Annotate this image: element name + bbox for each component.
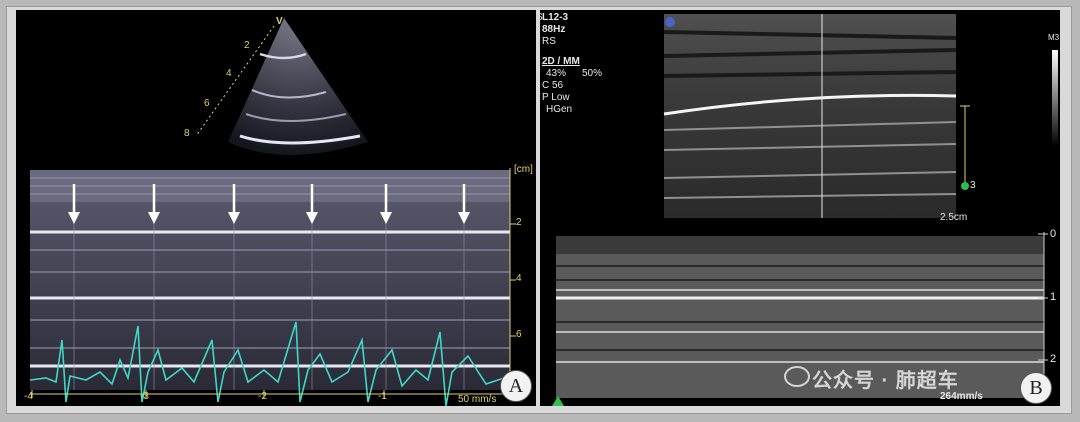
mmode-depth-2: 2 xyxy=(516,217,522,228)
mode-rs: RS xyxy=(542,36,556,47)
colorbar-label: M3 xyxy=(1048,33,1060,42)
mmode-depth-2: 2 xyxy=(1050,353,1057,365)
sector-marker: V xyxy=(276,16,283,27)
time-tick-4: -4 xyxy=(24,391,33,402)
power-value: P Low xyxy=(542,92,570,103)
mmode-unit-a: [cm] xyxy=(514,164,533,175)
frame-rate: 88Hz xyxy=(542,24,566,35)
focus-marker xyxy=(961,182,969,190)
gray-colorbar xyxy=(1052,50,1058,146)
panel-a: V 2 4 6 8 [cm] 2 4 6 -4 -3 -2 -1 50 mm/s… xyxy=(16,10,536,406)
mmode-depth-4: 4 xyxy=(516,273,522,284)
panel-label-b: B xyxy=(1020,372,1052,404)
imaging-mode: 2D / MM xyxy=(542,56,580,67)
mmode-depth-0: 0 xyxy=(1050,228,1057,240)
time-tick-1: -1 xyxy=(378,391,387,402)
probe-orientation-icon xyxy=(665,17,675,27)
sector-depth-4: 4 xyxy=(226,68,232,79)
dynamic-value: 50% xyxy=(582,68,603,79)
echo-sector xyxy=(228,18,368,155)
sector-depth-8: 8 xyxy=(184,128,190,139)
gain-value: 43% xyxy=(546,68,567,79)
sector-depth-6: 6 xyxy=(204,98,210,109)
mmode-strip-a xyxy=(30,170,510,390)
compression-value: C 56 xyxy=(542,80,564,91)
sweep-speed-a: 50 mm/s xyxy=(458,394,497,405)
mmode-depth-1: 1 xyxy=(1050,291,1057,303)
mmode-depth-6: 6 xyxy=(516,329,522,340)
watermark-text: 公众号 · 肺超车 xyxy=(812,370,959,392)
panel-b-graphics xyxy=(552,14,1058,406)
wechat-icon xyxy=(784,366,810,387)
time-tick-3: -3 xyxy=(140,391,149,402)
time-tick-2: -2 xyxy=(258,391,267,402)
sector-depth-2: 2 xyxy=(244,40,250,51)
focus-number: 3 xyxy=(970,180,976,191)
panel-a-graphics xyxy=(29,18,516,406)
panel-b: S L12-3 88Hz RS 2D / MM 43% 50% C 56 P L… xyxy=(540,10,1060,406)
probe-name: L12-3 xyxy=(542,12,569,23)
harmonics-value: HGen xyxy=(546,104,573,115)
bmode-image xyxy=(664,14,956,218)
depth-label-b: 2.5cm xyxy=(940,212,968,223)
panel-label-a: A xyxy=(500,370,532,402)
